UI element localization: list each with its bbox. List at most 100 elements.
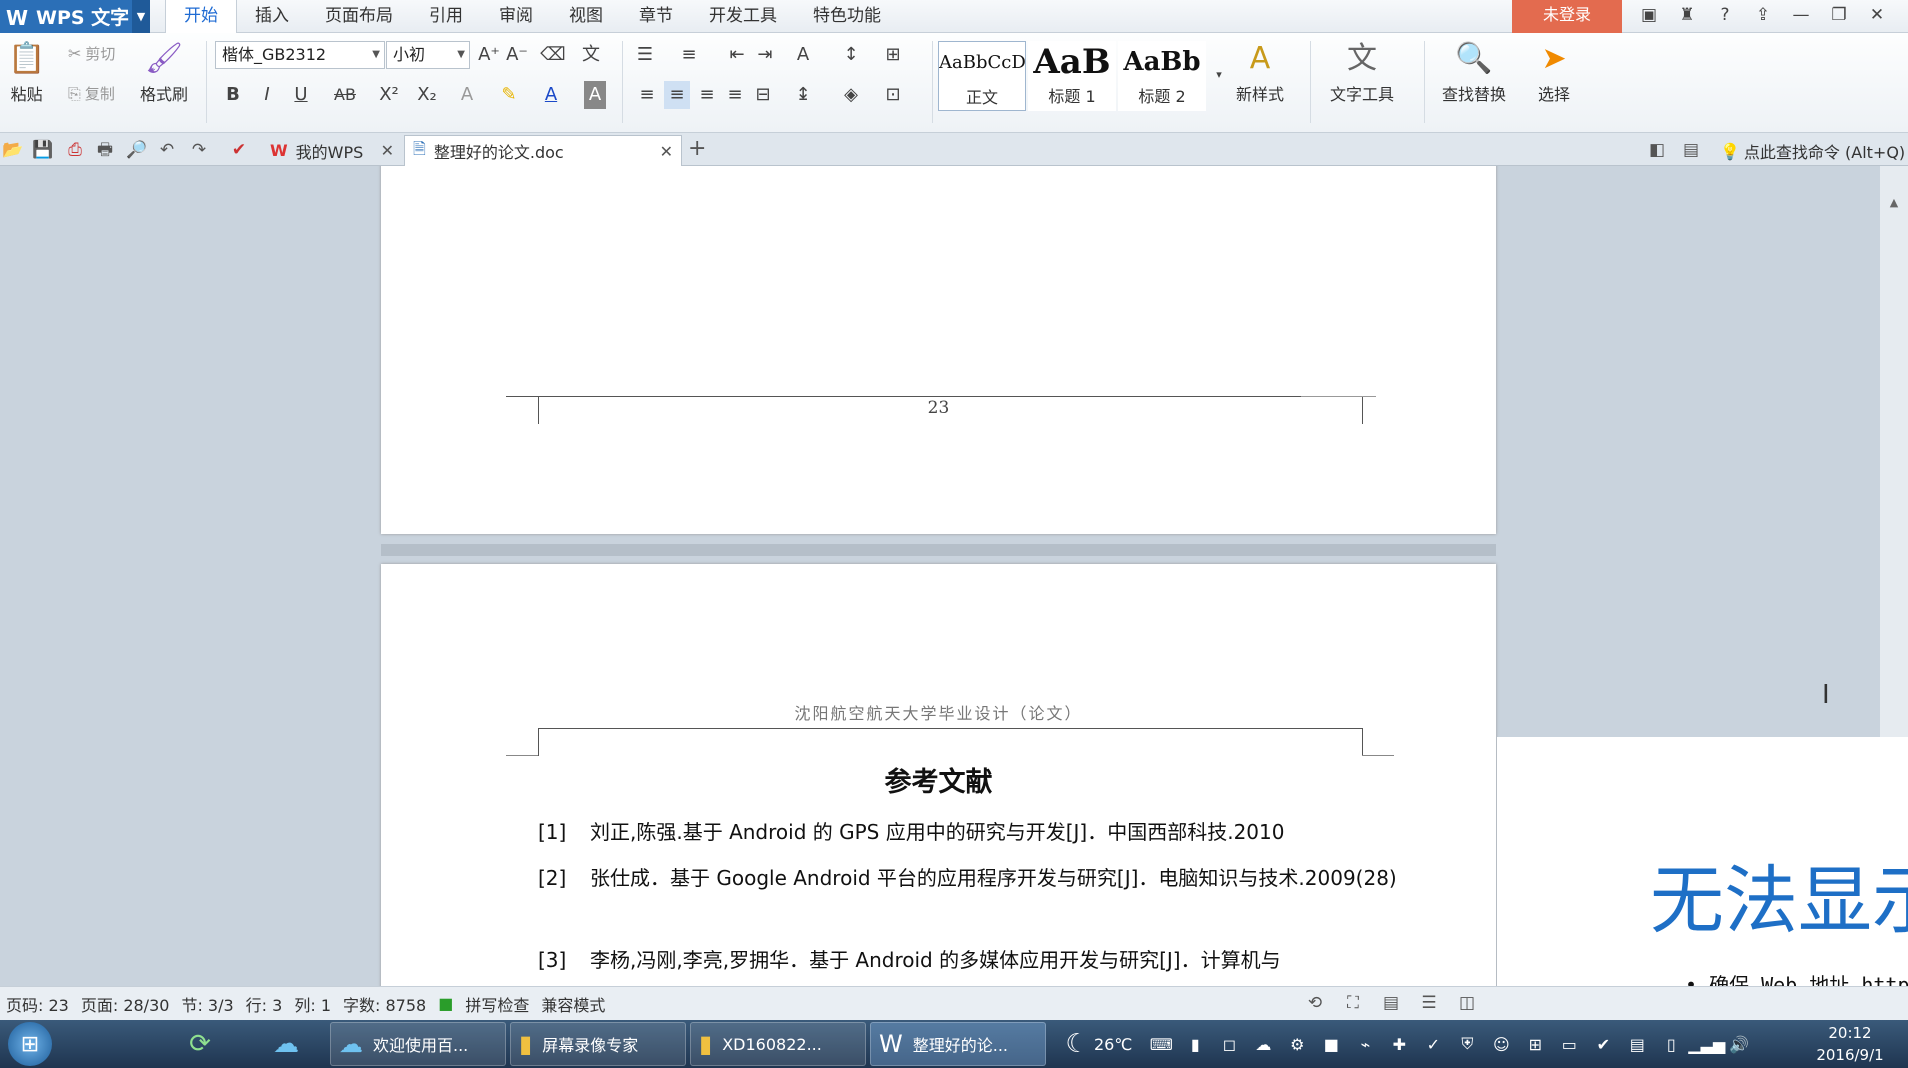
baidu-pin-icon[interactable]: ☁: [258, 1024, 314, 1064]
volume-icon[interactable]: 🔊: [1722, 1035, 1756, 1054]
tab-view[interactable]: 视图: [551, 0, 621, 33]
qq-icon[interactable]: ☺: [1484, 1035, 1518, 1054]
recorder-icon[interactable]: ■: [1314, 1035, 1348, 1054]
battery-icon[interactable]: ▮: [1178, 1035, 1212, 1054]
tab-page-layout[interactable]: 页面布局: [307, 0, 411, 33]
copy-button[interactable]: ⎘ 复制: [68, 83, 115, 104]
start-button[interactable]: ⊞: [8, 1022, 52, 1066]
display-icon[interactable]: ▭: [1552, 1035, 1586, 1054]
char-shading-icon[interactable]: A: [584, 81, 606, 109]
save-icon[interactable]: 💾: [30, 137, 56, 163]
windows-flag-icon[interactable]: ⊞: [1518, 1035, 1552, 1054]
sort-icon[interactable]: ↕: [838, 41, 864, 69]
network-app-icon[interactable]: ⚙: [1280, 1035, 1314, 1054]
format-painter-button[interactable]: 🖌 格式刷: [140, 37, 188, 105]
font-color-icon[interactable]: A: [538, 81, 564, 109]
undo-icon[interactable]: ↶: [154, 137, 180, 163]
keyboard-icon[interactable]: ⌨: [1144, 1035, 1178, 1054]
collapse-ribbon-icon[interactable]: ⇪: [1744, 0, 1782, 30]
shrink-font-icon[interactable]: A⁻: [504, 41, 530, 69]
comment-icon[interactable]: ▤: [1678, 137, 1704, 163]
plus-icon[interactable]: +: [688, 136, 706, 161]
decrease-indent-icon[interactable]: ⇤: [724, 41, 750, 69]
redo-icon[interactable]: ↷: [186, 137, 212, 163]
print-preview-icon[interactable]: 🔎: [124, 137, 150, 163]
outline-view-icon[interactable]: ☰: [1410, 993, 1448, 1013]
style-heading-2[interactable]: AaBb 标题 2: [1118, 41, 1206, 111]
underline-button[interactable]: U: [288, 81, 314, 109]
tab-document[interactable]: 🗎 整理好的论文.doc ✕: [404, 135, 682, 166]
plus-app-icon[interactable]: ✚: [1382, 1035, 1416, 1054]
table-icon[interactable]: ⊞: [880, 41, 906, 69]
taskbar-item[interactable]: ▮ 屏幕录像专家: [510, 1022, 686, 1066]
grow-font-icon[interactable]: A⁺: [476, 41, 502, 69]
customize-icon[interactable]: ✔: [226, 137, 252, 163]
close-icon[interactable]: ✕: [660, 142, 673, 161]
numbered-list-icon[interactable]: ≡: [676, 41, 702, 69]
clipboard-tray-icon[interactable]: ▤: [1620, 1035, 1654, 1054]
cut-button[interactable]: ✂ 剪切: [68, 43, 115, 64]
reference-item[interactable]: [2] 张仕成．基于 Google Android 平台的应用程序开发与研究[J…: [538, 860, 1398, 896]
minimize-icon[interactable]: —: [1782, 0, 1820, 30]
highlight-icon[interactable]: ✎: [496, 81, 522, 109]
tab-developer[interactable]: 开发工具: [691, 0, 795, 33]
page[interactable]: 23: [381, 166, 1496, 534]
style-heading-1[interactable]: AaB 标题 1: [1028, 41, 1116, 111]
find-replace-button[interactable]: 🔍 查找替换: [1442, 37, 1506, 105]
cloud-icon[interactable]: ☁: [1246, 1035, 1280, 1054]
style-normal[interactable]: AaBbCcD 正文: [938, 41, 1026, 111]
phonetic-icon[interactable]: 文: [578, 41, 604, 69]
subscript-button[interactable]: X₂: [414, 81, 440, 109]
text-direction-icon[interactable]: A: [790, 41, 816, 69]
close-icon[interactable]: ✕: [381, 141, 394, 160]
text-tools-button[interactable]: 文 文字工具: [1330, 37, 1394, 105]
styles-scroll-icon[interactable]: ▾: [1206, 61, 1232, 89]
device-icon[interactable]: ▯: [1654, 1035, 1688, 1054]
align-left-icon[interactable]: ≡: [634, 81, 660, 109]
new-style-button[interactable]: A 新样式: [1236, 37, 1284, 105]
security-icon[interactable]: ✔: [1586, 1035, 1620, 1054]
print-icon[interactable]: 🖶: [92, 137, 118, 163]
font-name-combo[interactable]: 楷体_GB2312 ▼: [215, 41, 385, 69]
export-pdf-icon[interactable]: ⎙: [62, 137, 88, 163]
signal-icon[interactable]: ▁▃▅: [1688, 1035, 1725, 1054]
select-button[interactable]: ➤ 选择: [1538, 37, 1570, 105]
tab-home[interactable]: 开始: [165, 0, 237, 34]
paste-button[interactable]: 📋 粘贴: [8, 37, 45, 105]
spell-check-button[interactable]: 拼写检查: [465, 992, 529, 1016]
tab-review[interactable]: 审阅: [481, 0, 551, 33]
bold-button[interactable]: B: [220, 81, 246, 109]
tab-insert[interactable]: 插入: [237, 0, 307, 33]
tray-app-icon[interactable]: ◻: [1212, 1035, 1246, 1054]
login-button[interactable]: 未登录: [1512, 0, 1622, 33]
align-right-icon[interactable]: ≡: [694, 81, 720, 109]
italic-button[interactable]: I: [254, 81, 280, 109]
shirt-icon[interactable]: ♜: [1668, 0, 1706, 30]
restore-icon[interactable]: ❐: [1820, 0, 1858, 30]
distribute-icon[interactable]: ⊟: [750, 81, 776, 109]
chevron-down-icon[interactable]: ▼: [132, 0, 150, 33]
clock[interactable]: 20:12 2016/9/1: [1800, 1022, 1900, 1066]
shield-icon[interactable]: ⛨: [1450, 1034, 1484, 1054]
skin-icon[interactable]: ▣: [1630, 0, 1668, 30]
border-icon[interactable]: ⊡: [880, 81, 906, 109]
help-icon[interactable]: ?: [1706, 0, 1744, 30]
tab-chapter[interactable]: 章节: [621, 0, 691, 33]
history-icon[interactable]: ⟲: [1296, 993, 1334, 1013]
check-icon[interactable]: ✓: [1416, 1035, 1450, 1054]
page-view-icon[interactable]: ▤: [1372, 993, 1410, 1013]
taskbar-item[interactable]: ▮ XD160822...: [690, 1022, 866, 1066]
font-size-combo[interactable]: 小初 ▼: [386, 41, 470, 69]
fullscreen-icon[interactable]: ⛶: [1334, 993, 1372, 1013]
browser-pin-icon[interactable]: ⟳: [172, 1024, 228, 1064]
search-command-box[interactable]: 💡 点此查找命令 (Alt+Q): [1720, 139, 1905, 163]
align-center-icon[interactable]: ≡: [664, 81, 690, 109]
open-icon[interactable]: 📂: [0, 137, 26, 163]
reference-item[interactable]: [3] 李杨,冯刚,李亮,罗拥华．基于 Android 的多媒体应用开发与研究[…: [538, 942, 1398, 978]
superscript-button[interactable]: X²: [376, 81, 402, 109]
strikethrough-button[interactable]: AB: [328, 81, 362, 109]
scroll-up-icon[interactable]: ▲: [1880, 196, 1908, 209]
app-menu-button[interactable]: W WPS 文字 ▼: [0, 0, 150, 33]
tab-references[interactable]: 引用: [411, 0, 481, 33]
status-word-count[interactable]: 字数: 8758: [343, 992, 426, 1016]
